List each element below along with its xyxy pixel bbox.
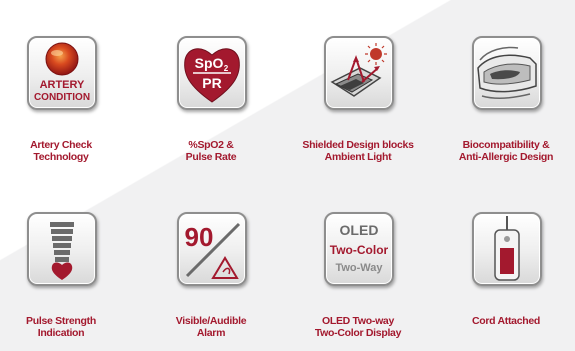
- pulse-strength-bar-icon: [27, 212, 97, 286]
- label-line: Ambient Light: [324, 151, 392, 163]
- oled-text: OLED: [340, 222, 379, 238]
- subscript-text: 2: [224, 64, 229, 73]
- label-line: Pulse Strength: [26, 315, 96, 327]
- oled-display-icon: OLED Two-Color Two-Way: [324, 212, 394, 286]
- label-line: Cord Attached: [471, 315, 541, 327]
- label-line: Indication: [37, 327, 85, 339]
- feature-label: OLED Two-way Two-Color Display: [282, 315, 434, 339]
- feature-label: %SpO2 & Pulse Rate: [135, 139, 287, 163]
- two-way-text: Two-Way: [335, 262, 383, 274]
- label-line: Biocompatibility &: [462, 139, 550, 151]
- label-line: Pulse Rate: [185, 151, 237, 163]
- label-line: OLED Two-way: [321, 315, 395, 327]
- alarm-icon: 90: [177, 212, 247, 286]
- finger-clip-icon: [472, 36, 542, 110]
- label-line: Shielded Design blocks: [302, 139, 414, 151]
- label-line: %SpO2 &: [188, 139, 234, 151]
- artery-condition-icon: ARTERY CONDITION: [27, 36, 97, 110]
- alarm-value-text: 90: [185, 222, 214, 252]
- feature-label: Pulse Strength Indication: [0, 315, 137, 339]
- shielded-sensor-icon: [324, 36, 394, 110]
- pr-text: PR: [202, 75, 221, 91]
- condition-text: CONDITION: [34, 92, 90, 103]
- cord-attached-icon: [472, 212, 542, 286]
- feature-label: Cord Attached: [430, 315, 575, 327]
- spo-text: SpO: [195, 55, 224, 71]
- artery-text: ARTERY: [40, 79, 85, 91]
- label-line: Technology: [33, 151, 89, 163]
- feature-label: Biocompatibility & Anti-Allergic Design: [430, 139, 575, 163]
- two-color-text: Two-Color: [330, 243, 389, 257]
- feature-grid: ARTERY CONDITION Artery Check Technology…: [0, 0, 575, 351]
- label-line: Anti-Allergic Design: [458, 151, 554, 163]
- label-line: Two-Color Display: [314, 327, 402, 339]
- label-line: Visible/Audible: [175, 315, 247, 327]
- feature-label: Shielded Design blocks Ambient Light: [282, 139, 434, 163]
- feature-label: Artery Check Technology: [0, 139, 137, 163]
- feature-label: Visible/Audible Alarm: [135, 315, 287, 339]
- spo2-heart-icon: SpO 2 PR: [177, 36, 247, 110]
- label-line: Artery Check: [30, 139, 92, 151]
- label-line: Alarm: [196, 327, 226, 339]
